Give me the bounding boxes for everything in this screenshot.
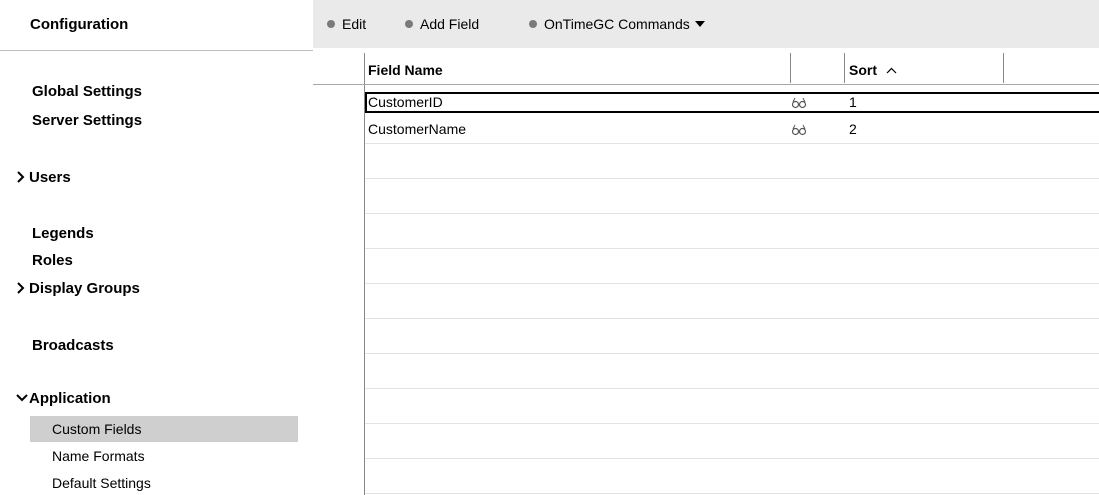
chevron-down-icon: [16, 389, 29, 409]
custom-fields-grid: Field Name Sort CustomerID 1 CustomerNam…: [313, 48, 1099, 495]
sidebar-item-server-settings[interactable]: Server Settings: [32, 111, 142, 131]
edit-button[interactable]: Edit: [327, 15, 366, 33]
view-glasses-icon: [791, 97, 807, 109]
column-header-sort[interactable]: Sort: [849, 60, 897, 81]
row-divider: [365, 493, 1099, 494]
column-separator: [790, 53, 791, 83]
row-divider: [365, 178, 1099, 179]
bullet-icon: [529, 20, 537, 28]
caret-down-icon: [694, 21, 705, 27]
sidebar-item-label: Legends: [32, 225, 94, 242]
sidebar-item-users[interactable]: Users: [16, 168, 71, 188]
column-header-field-name[interactable]: Field Name: [368, 60, 443, 80]
sidebar-item-label: Users: [29, 169, 71, 186]
sidebar-item-broadcasts[interactable]: Broadcasts: [32, 336, 114, 356]
row-divider: [365, 143, 1099, 144]
view-glasses-icon: [791, 124, 807, 136]
sidebar-subitem-label: Name Formats: [52, 448, 145, 464]
table-row[interactable]: [365, 92, 1099, 113]
sidebar-item-label: Roles: [32, 252, 73, 269]
sidebar-item-global-settings[interactable]: Global Settings: [32, 82, 142, 102]
sidebar-item-roles[interactable]: Roles: [32, 251, 73, 271]
row-divider: [365, 248, 1099, 249]
sidebar-subitem-default-settings[interactable]: Default Settings: [52, 473, 151, 493]
ontimegc-commands-dropdown[interactable]: OnTimeGC Commands: [529, 15, 705, 33]
sidebar-item-label: Server Settings: [32, 112, 143, 129]
chevron-right-icon: [16, 279, 29, 299]
sidebar-item-display-groups[interactable]: Display Groups: [16, 279, 140, 299]
add-field-button[interactable]: Add Field: [405, 15, 479, 33]
sidebar-subitem-name-formats[interactable]: Name Formats: [52, 446, 145, 466]
column-header-label: Sort: [849, 62, 877, 78]
cell-sort: 1: [849, 94, 857, 110]
row-divider: [365, 423, 1099, 424]
row-divider: [365, 458, 1099, 459]
bullet-icon: [405, 20, 413, 28]
cell-field-name: CustomerName: [368, 121, 467, 137]
config-sidebar: Configuration Global Settings Server Set…: [0, 0, 313, 495]
sidebar-item-label: Global Settings: [32, 83, 143, 100]
row-divider: [365, 388, 1099, 389]
bullet-icon: [327, 20, 335, 28]
sidebar-item-legends[interactable]: Legends: [32, 224, 94, 244]
sidebar-subitem-label: Default Settings: [52, 475, 151, 491]
chevron-right-icon: [16, 168, 29, 188]
commands-label: OnTimeGC Commands: [544, 16, 690, 32]
add-field-label: Add Field: [420, 16, 480, 32]
sidebar-item-label: Display Groups: [29, 280, 140, 297]
edit-label: Edit: [342, 16, 367, 32]
sidebar-title: Configuration: [30, 16, 129, 33]
column-separator: [844, 53, 845, 83]
sidebar-divider: [0, 50, 313, 51]
toolbar: Edit Add Field OnTimeGC Commands: [313, 0, 1099, 48]
sidebar-subitem-custom-fields[interactable]: Custom Fields: [52, 419, 141, 439]
sort-ascending-icon: [883, 64, 897, 78]
main-panel: Edit Add Field OnTimeGC Commands Field N…: [313, 0, 1099, 495]
row-divider: [365, 283, 1099, 284]
sidebar-item-application[interactable]: Application: [16, 389, 111, 409]
table-row[interactable]: [365, 116, 1099, 140]
row-divider: [365, 213, 1099, 214]
column-separator: [1003, 53, 1004, 83]
cell-field-name: CustomerID: [368, 94, 443, 110]
app-window: Configuration Global Settings Server Set…: [0, 0, 1099, 495]
cell-sort: 2: [849, 121, 857, 137]
row-divider: [365, 353, 1099, 354]
sidebar-item-label: Broadcasts: [32, 337, 114, 354]
sidebar-item-label: Application: [29, 390, 111, 407]
header-bottom-border: [313, 84, 1099, 85]
sidebar-subitem-label: Custom Fields: [52, 421, 142, 437]
row-divider: [365, 318, 1099, 319]
